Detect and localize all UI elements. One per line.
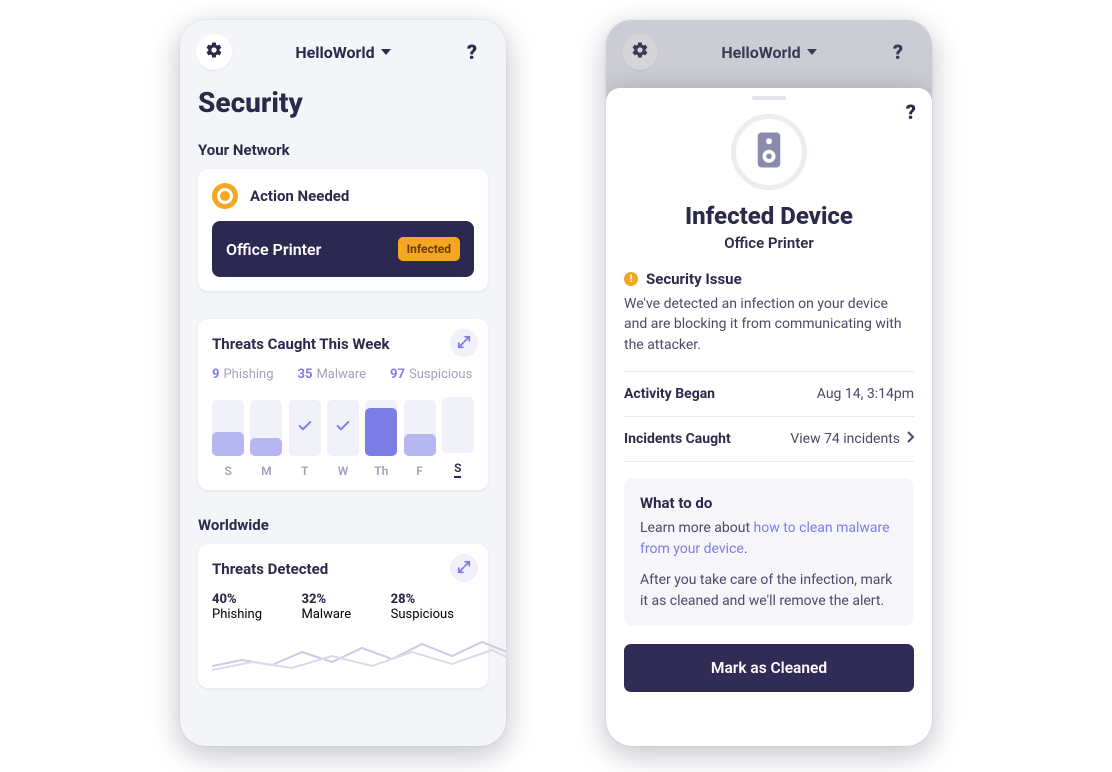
security-screen: HelloWorld ? Security Your Network Actio…	[180, 20, 506, 746]
what-to-do-after: After you take care of the infection, ma…	[640, 570, 898, 612]
pct-suspicious-label: Suspicious	[391, 607, 454, 622]
bar	[404, 434, 436, 456]
bar-slot	[404, 400, 436, 456]
status-badge: Infected	[398, 237, 460, 261]
day-label: T	[301, 464, 308, 478]
bar-slot	[365, 400, 397, 456]
threats-week-title: Threats Caught This Week	[212, 335, 474, 353]
sheet-title: Infected Device	[624, 202, 914, 230]
sheet-handle[interactable]	[752, 96, 786, 100]
divider	[624, 461, 914, 462]
incidents-link: View 74 incidents	[790, 431, 914, 447]
bottom-sheet: ? Infected Device Office Printer ! Secur…	[606, 88, 932, 746]
incidents-label: Incidents Caught	[624, 431, 731, 447]
malware-count: 35	[298, 367, 313, 382]
day-column: F	[403, 400, 435, 478]
what-to-do-learn: Learn more about how to clean malware fr…	[640, 518, 898, 560]
phishing-label: Phishing	[223, 367, 273, 382]
device-name: Office Printer	[226, 240, 321, 259]
bar-slot	[250, 400, 282, 456]
check-icon	[297, 418, 313, 438]
detected-percentages: 40% Phishing 32% Malware 28% Suspicious	[212, 592, 474, 622]
bar-slot	[212, 400, 244, 456]
day-column: S	[212, 400, 244, 478]
alert-ring-icon	[212, 183, 238, 209]
check-icon	[335, 418, 351, 438]
threats-detected-title: Threats Detected	[212, 560, 474, 578]
day-column: T	[289, 400, 321, 478]
warning-icon: !	[624, 272, 638, 286]
what-to-do-card: What to do Learn more about how to clean…	[624, 478, 914, 627]
what-to-do-title: What to do	[640, 492, 898, 515]
screen-content: Security Your Network Action Needed Offi…	[180, 84, 506, 706]
incidents-row[interactable]: Incidents Caught View 74 incidents	[624, 417, 914, 461]
threats-week-card: Threats Caught This Week 9 Phishing 35Mal…	[198, 319, 488, 490]
security-issue-body: We've detected an infection on your devi…	[624, 294, 914, 355]
bar	[212, 432, 244, 456]
action-needed-card: Action Needed Office Printer Infected	[198, 169, 488, 291]
day-label: W	[338, 464, 349, 478]
question-icon: ?	[467, 40, 477, 64]
day-label: S	[454, 461, 461, 478]
network-selector[interactable]: HelloWorld	[295, 43, 390, 62]
bar	[365, 408, 397, 456]
threats-detected-card: Threats Detected 40% Phishing 32% Malwar…	[198, 544, 488, 688]
day-label: F	[416, 464, 423, 478]
week-chart: S M T W Th F S	[212, 400, 474, 478]
your-network-label: Your Network	[198, 141, 488, 159]
network-name: HelloWorld	[295, 43, 374, 62]
threats-totals: 9 Phishing 35Malware 97 Suspicious	[212, 367, 474, 382]
suspicious-label: Suspicious	[409, 367, 472, 382]
settings-button[interactable]	[196, 34, 232, 70]
expand-button[interactable]	[450, 554, 478, 582]
help-button[interactable]: ?	[454, 34, 490, 70]
chevron-down-icon	[381, 49, 391, 55]
chevron-right-icon	[906, 431, 914, 447]
pct-suspicious: 28%	[391, 592, 416, 607]
pct-phishing: 40%	[212, 592, 237, 607]
security-issue-row: ! Security Issue	[624, 270, 914, 288]
pct-malware: 32%	[302, 592, 327, 607]
bar-slot	[442, 397, 474, 453]
pct-malware-label: Malware	[302, 607, 352, 622]
day-label: M	[261, 464, 272, 478]
sparkline	[212, 632, 506, 676]
activity-began-value: Aug 14, 3:14pm	[817, 386, 914, 402]
help-button[interactable]: ?	[906, 100, 916, 124]
activity-began-row: Activity Began Aug 14, 3:14pm	[624, 372, 914, 416]
activity-began-label: Activity Began	[624, 386, 715, 402]
day-label: S	[224, 464, 231, 478]
security-issue-label: Security Issue	[646, 270, 742, 288]
speaker-icon	[754, 131, 784, 173]
bar-slot	[327, 400, 359, 456]
worldwide-section: Worldwide Threats Detected 40% Phishing …	[198, 516, 488, 688]
day-label: Th	[374, 464, 388, 478]
bar-slot	[289, 400, 321, 456]
expand-button[interactable]	[450, 329, 478, 357]
device-hero-icon	[731, 114, 807, 190]
day-column: M	[250, 400, 282, 478]
action-needed-title: Action Needed	[250, 187, 349, 205]
pct-phishing-label: Phishing	[212, 607, 262, 622]
question-icon: ?	[906, 100, 916, 124]
gear-icon	[205, 41, 223, 63]
day-column: W	[327, 400, 359, 478]
mark-as-cleaned-button[interactable]: Mark as Cleaned	[624, 644, 914, 692]
expand-icon	[457, 334, 471, 353]
expand-icon	[457, 559, 471, 578]
action-needed-row: Action Needed	[212, 183, 474, 209]
suspicious-count: 97	[390, 367, 405, 382]
page-title: Security	[198, 86, 488, 119]
infected-device-row[interactable]: Office Printer Infected	[212, 221, 474, 277]
infected-device-screen: HelloWorld ? ? Infected Device Office Pr…	[606, 20, 932, 746]
day-column: S	[442, 397, 474, 478]
top-bar: HelloWorld ?	[180, 20, 506, 84]
worldwide-label: Worldwide	[198, 516, 488, 534]
bar	[250, 438, 282, 456]
sheet-subtitle: Office Printer	[624, 234, 914, 252]
day-column: Th	[365, 400, 397, 478]
phishing-count: 9	[212, 367, 219, 382]
malware-label: Malware	[316, 367, 366, 382]
